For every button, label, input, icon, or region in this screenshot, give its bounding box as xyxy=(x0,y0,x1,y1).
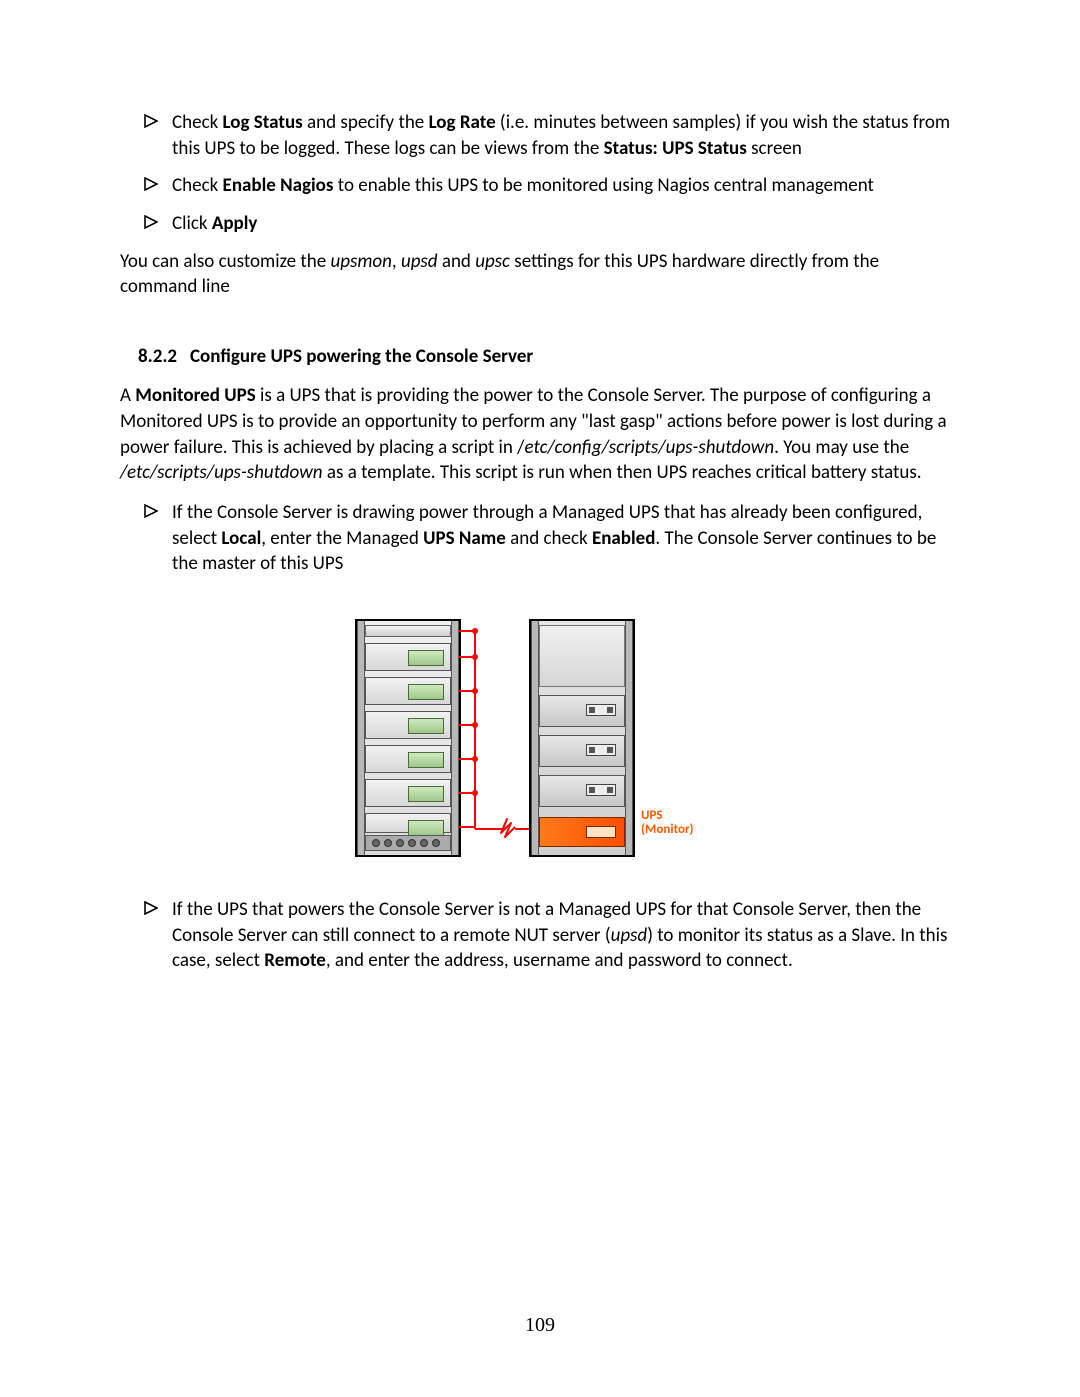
paragraph-cmdline: You can also customize the upsmon, upsd … xyxy=(120,249,960,300)
bullet-item: Check Enable Nagios to enable this UPS t… xyxy=(144,173,960,199)
page-content: Check Log Status and specify the Log Rat… xyxy=(0,0,1080,974)
section-title: Configure UPS powering the Console Serve… xyxy=(190,345,533,368)
bullet-list-822-a: If the Console Server is drawing power t… xyxy=(144,500,960,577)
bullet-text: Click Apply xyxy=(172,211,960,237)
bullet-text: If the Console Server is drawing power t… xyxy=(172,500,960,577)
bullet-list-top: Check Log Status and specify the Log Rat… xyxy=(144,110,960,237)
bullet-item: If the UPS that powers the Console Serve… xyxy=(144,897,960,974)
bullet-item: If the Console Server is drawing power t… xyxy=(144,500,960,577)
ups-label: UPS (Monitor) xyxy=(641,809,694,838)
power-cables-icon xyxy=(459,619,529,857)
bullet-text: Check Enable Nagios to enable this UPS t… xyxy=(172,173,960,199)
triangle-bullet-icon xyxy=(144,211,172,237)
triangle-bullet-icon xyxy=(144,173,172,199)
ups-rack-icon xyxy=(529,619,635,857)
ups-monitor-unit-icon xyxy=(539,817,625,847)
triangle-bullet-icon xyxy=(144,897,172,974)
paragraph-822-intro: A Monitored UPS is a UPS that is providi… xyxy=(120,383,960,486)
triangle-bullet-icon xyxy=(144,500,172,577)
server-rack-icon xyxy=(355,619,461,857)
rack-diagram: UPS (Monitor) xyxy=(355,619,725,867)
triangle-bullet-icon xyxy=(144,110,172,161)
page-number: 109 xyxy=(0,1312,1080,1339)
figure-rack-diagram: UPS (Monitor) xyxy=(120,619,960,867)
bullet-item: Click Apply xyxy=(144,211,960,237)
bullet-item: Check Log Status and specify the Log Rat… xyxy=(144,110,960,161)
bullet-list-822-b: If the UPS that powers the Console Serve… xyxy=(144,897,960,974)
bullet-text: If the UPS that powers the Console Serve… xyxy=(172,897,960,974)
section-number: 8.2.2 xyxy=(138,344,190,370)
bullet-text: Check Log Status and specify the Log Rat… xyxy=(172,110,960,161)
section-heading-8-2-2: 8.2.2Configure UPS powering the Console … xyxy=(138,344,960,370)
